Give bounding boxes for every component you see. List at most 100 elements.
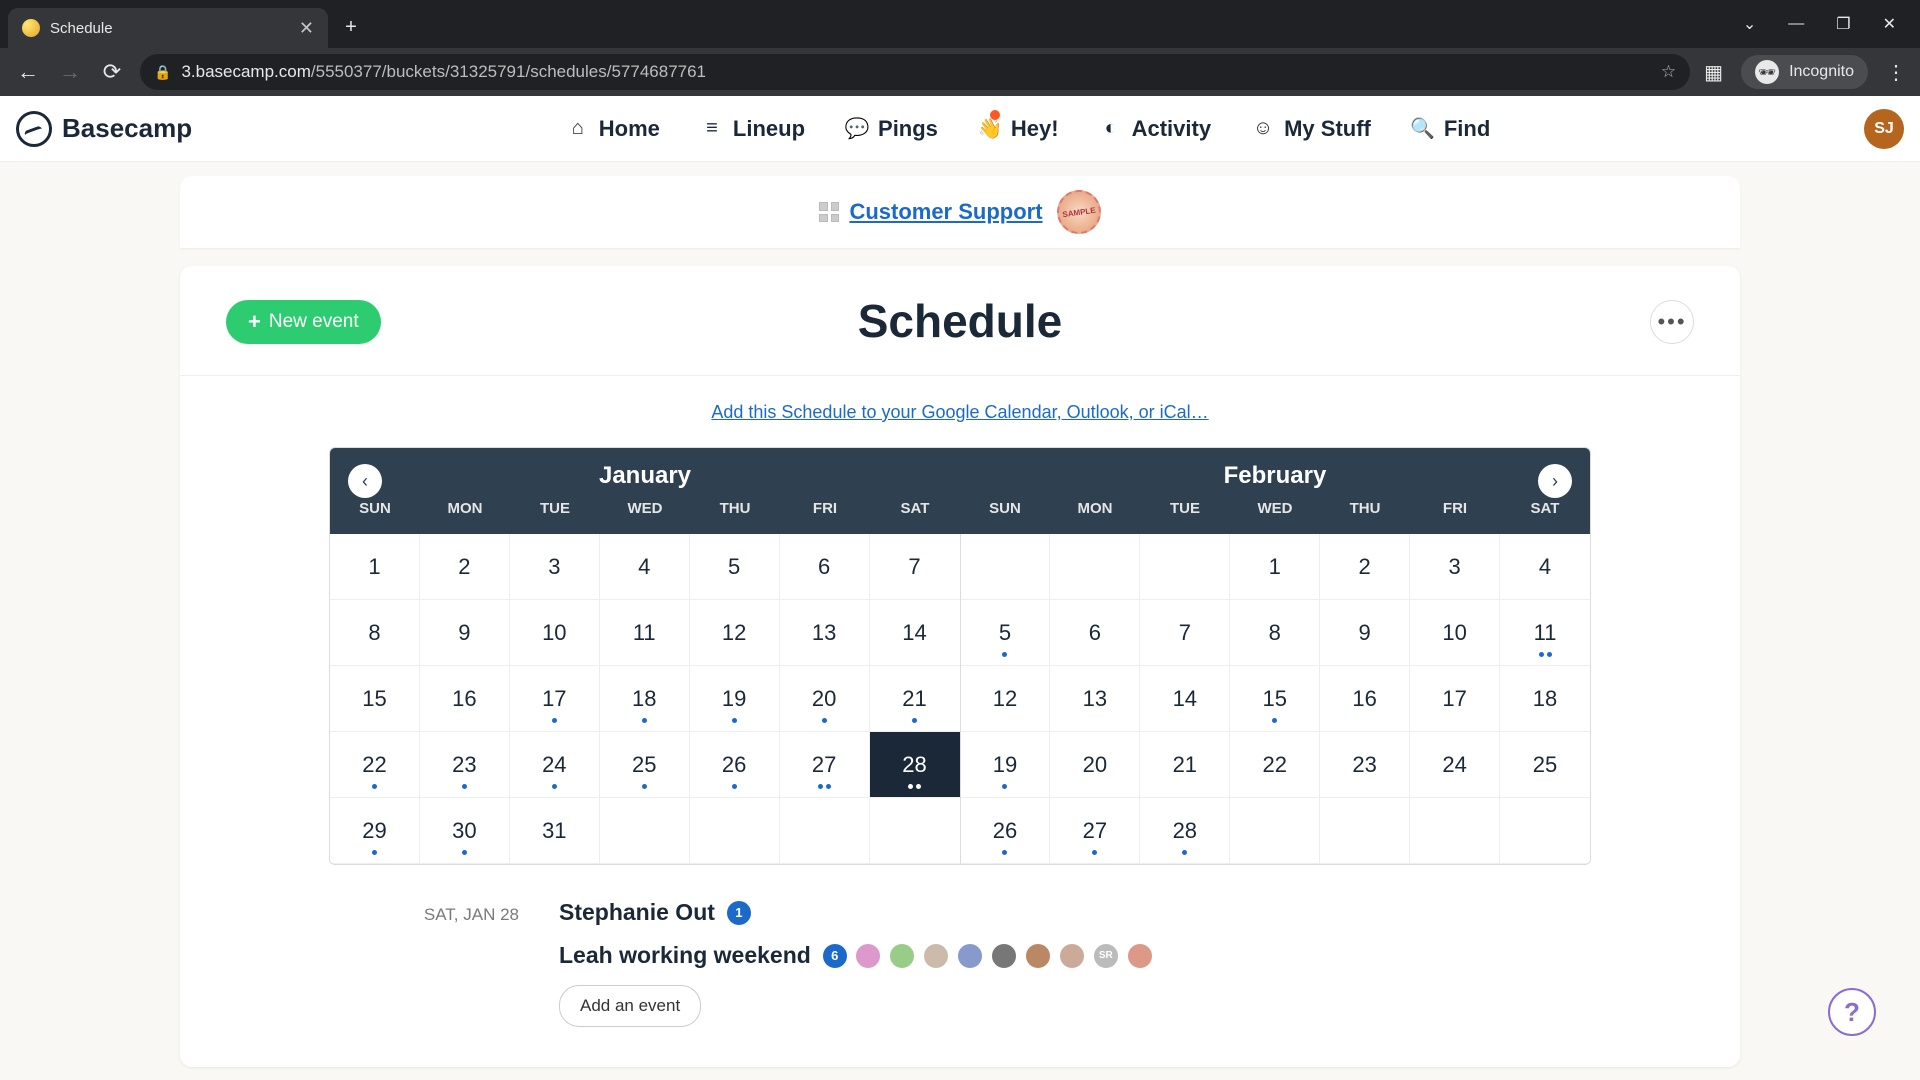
browser-tab[interactable]: Schedule ✕ — [8, 8, 328, 48]
tabs-dropdown-icon[interactable]: ⌄ — [1743, 14, 1756, 34]
forward-button[interactable]: → — [56, 58, 84, 86]
calendar-day[interactable]: 15 — [1230, 666, 1320, 732]
calendar-day[interactable]: 8 — [330, 600, 420, 666]
calendar-day[interactable]: 22 — [1230, 732, 1320, 798]
calendar-day[interactable]: 24 — [1410, 732, 1500, 798]
nav-item-hey[interactable]: 👋Hey! — [978, 116, 1059, 142]
extensions-icon[interactable]: ▦ — [1704, 60, 1723, 85]
nav-item-find[interactable]: 🔍Find — [1411, 116, 1490, 142]
calendar-day[interactable]: 16 — [1320, 666, 1410, 732]
add-event-button[interactable]: Add an event — [559, 985, 701, 1027]
calendar-day[interactable]: 12 — [961, 666, 1051, 732]
new-event-button[interactable]: + New event — [226, 300, 381, 344]
calendar-day[interactable]: 10 — [1410, 600, 1500, 666]
calendar-day[interactable]: 10 — [510, 600, 600, 666]
calendar-day[interactable]: 11 — [600, 600, 690, 666]
profile-avatar[interactable]: SJ — [1864, 109, 1904, 149]
calendar-day[interactable]: 27 — [780, 732, 870, 798]
calendar-day[interactable]: 6 — [1050, 600, 1140, 666]
calendar-day[interactable]: 1 — [330, 534, 420, 600]
address-bar[interactable]: 🔒 3.basecamp.com/5550377/buckets/3132579… — [140, 54, 1690, 90]
calendar-day[interactable]: 26 — [690, 732, 780, 798]
nav-item-lineup[interactable]: ≡Lineup — [700, 116, 805, 142]
calendar-day[interactable]: 23 — [1320, 732, 1410, 798]
incognito-chip[interactable]: 🕶 Incognito — [1741, 55, 1868, 89]
calendar-day[interactable]: 14 — [1140, 666, 1230, 732]
project-link[interactable]: Customer Support — [849, 199, 1042, 225]
calendar-day[interactable]: 4 — [600, 534, 690, 600]
calendar-day[interactable]: 19 — [961, 732, 1051, 798]
calendar-day[interactable]: 21 — [1140, 732, 1230, 798]
calendar-day[interactable]: 17 — [1410, 666, 1500, 732]
event-row[interactable]: Leah working weekend 6 SR — [559, 942, 1591, 969]
calendar-day[interactable]: 3 — [1410, 534, 1500, 600]
calendar-day[interactable]: 23 — [420, 732, 510, 798]
calendar-day[interactable]: 20 — [1050, 732, 1140, 798]
event-indicator — [462, 850, 467, 855]
event-indicator — [1272, 718, 1277, 723]
calendar-day[interactable]: 15 — [330, 666, 420, 732]
calendar-day[interactable]: 6 — [780, 534, 870, 600]
calendar-day[interactable]: 18 — [1500, 666, 1590, 732]
calendar-day[interactable]: 14 — [870, 600, 960, 666]
calendar-day[interactable]: 13 — [1050, 666, 1140, 732]
calendar-day — [690, 798, 780, 864]
calendar-day[interactable]: 20 — [780, 666, 870, 732]
calendar-day[interactable]: 7 — [870, 534, 960, 600]
help-button[interactable]: ? — [1828, 988, 1876, 1036]
minimize-icon[interactable]: — — [1788, 15, 1804, 33]
calendar-day[interactable]: 7 — [1140, 600, 1230, 666]
calendar-day[interactable]: 17 — [510, 666, 600, 732]
browser-menu-icon[interactable]: ⋮ — [1886, 60, 1906, 85]
calendar-day[interactable]: 4 — [1500, 534, 1590, 600]
calendar-day[interactable]: 18 — [600, 666, 690, 732]
nav-item-home[interactable]: ⌂Home — [566, 116, 660, 142]
calendar-day[interactable]: 11 — [1500, 600, 1590, 666]
calendar-day[interactable]: 27 — [1050, 798, 1140, 864]
calendar-day[interactable]: 2 — [420, 534, 510, 600]
product-logo[interactable]: Basecamp — [16, 111, 192, 147]
calendar-day[interactable]: 25 — [600, 732, 690, 798]
next-month-button[interactable]: › — [1538, 464, 1572, 498]
calendar-sync-link[interactable]: Add this Schedule to your Google Calenda… — [180, 402, 1740, 423]
calendar-day[interactable]: 19 — [690, 666, 780, 732]
calendar-day[interactable]: 8 — [1230, 600, 1320, 666]
more-options-button[interactable]: ••• — [1650, 300, 1694, 344]
calendar-day[interactable]: 9 — [1320, 600, 1410, 666]
back-button[interactable]: ← — [14, 58, 42, 86]
nav-item-pings[interactable]: 💬Pings — [845, 116, 938, 142]
calendar-day[interactable]: 29 — [330, 798, 420, 864]
event-row[interactable]: Stephanie Out 1 — [559, 899, 1591, 926]
reload-button[interactable]: ⟳ — [98, 58, 126, 86]
calendar-day[interactable]: 5 — [690, 534, 780, 600]
prev-month-button[interactable]: ‹ — [348, 464, 382, 498]
calendar-day[interactable]: 13 — [780, 600, 870, 666]
calendar-day[interactable]: 25 — [1500, 732, 1590, 798]
project-grid-icon[interactable] — [819, 202, 839, 222]
calendar-day[interactable]: 30 — [420, 798, 510, 864]
new-tab-button[interactable]: + — [334, 10, 368, 44]
calendar-day[interactable]: 1 — [1230, 534, 1320, 600]
calendar-day[interactable]: 28 — [1140, 798, 1230, 864]
calendar-day — [600, 798, 690, 864]
event-indicator — [552, 784, 557, 789]
calendar-day[interactable]: 31 — [510, 798, 600, 864]
calendar-day[interactable]: 24 — [510, 732, 600, 798]
calendar-day[interactable]: 28 — [870, 732, 960, 798]
calendar-day[interactable]: 26 — [961, 798, 1051, 864]
event-indicator — [1002, 850, 1007, 855]
close-window-icon[interactable]: ✕ — [1883, 14, 1896, 34]
calendar-day[interactable]: 12 — [690, 600, 780, 666]
calendar-day[interactable]: 16 — [420, 666, 510, 732]
star-icon[interactable]: ☆ — [1661, 62, 1676, 82]
calendar-day[interactable]: 21 — [870, 666, 960, 732]
nav-item-mystuff[interactable]: ☺My Stuff — [1251, 116, 1371, 142]
calendar-day[interactable]: 2 — [1320, 534, 1410, 600]
calendar-day[interactable]: 22 — [330, 732, 420, 798]
close-tab-icon[interactable]: ✕ — [299, 18, 314, 39]
calendar-day[interactable]: 5 — [961, 600, 1051, 666]
calendar-day[interactable]: 3 — [510, 534, 600, 600]
maximize-icon[interactable]: ❐ — [1836, 14, 1850, 34]
nav-item-activity[interactable]: ◐Activity — [1099, 116, 1211, 142]
calendar-day[interactable]: 9 — [420, 600, 510, 666]
